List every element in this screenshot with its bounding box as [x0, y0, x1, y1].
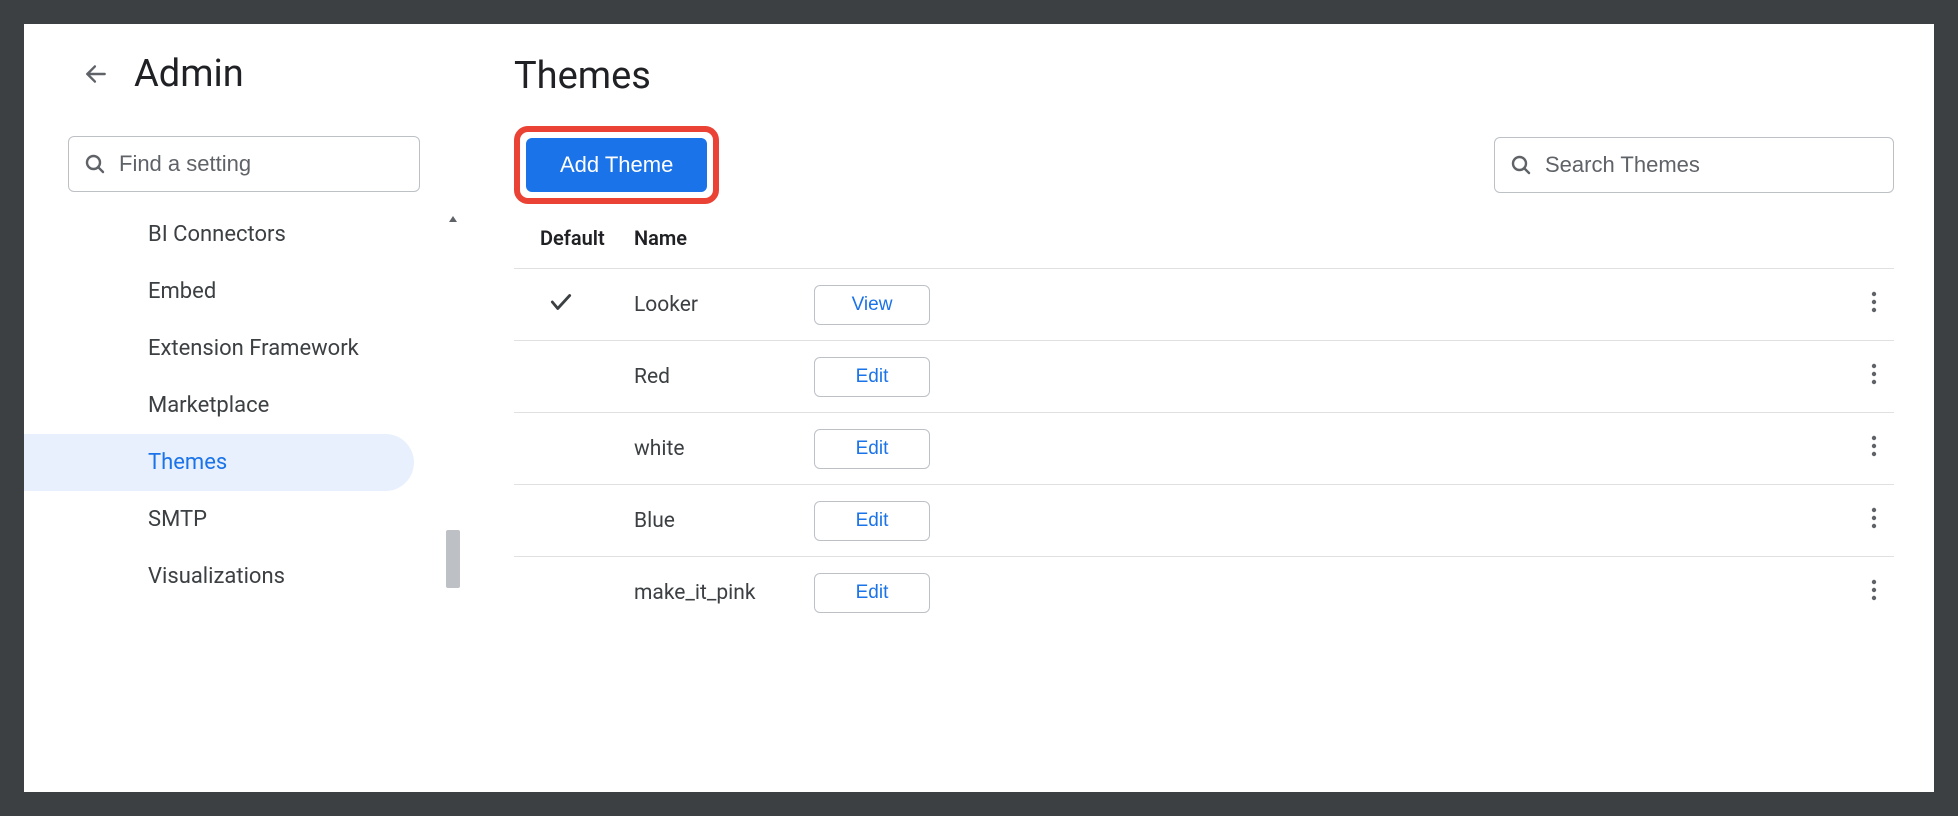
theme-name: Looker	[634, 293, 814, 317]
kebab-icon[interactable]	[1867, 287, 1881, 323]
check-icon	[548, 289, 574, 315]
sidebar-item[interactable]: Themes	[24, 434, 414, 491]
sidebar-item[interactable]: SMTP	[24, 491, 414, 548]
theme-name: white	[634, 437, 814, 461]
sidebar-item[interactable]: Marketplace	[24, 377, 414, 434]
table-row: whiteEdit	[514, 412, 1894, 484]
add-theme-button[interactable]: Add Theme	[526, 138, 707, 192]
themes-table: Default Name LookerViewRedEditwhiteEditB…	[514, 226, 1894, 628]
sidebar-item[interactable]: Visualizations	[24, 548, 414, 605]
edit-button[interactable]: Edit	[814, 501, 930, 541]
table-row: RedEdit	[514, 340, 1894, 412]
table-header: Default Name	[514, 226, 1894, 268]
edit-button[interactable]: Edit	[814, 357, 930, 397]
sidebar: Admin BI ConnectorsEmbedExtension Framew…	[24, 24, 464, 792]
main-content: Themes Add Theme Default Name LookerView…	[464, 24, 1934, 792]
row-menu[interactable]	[1854, 575, 1894, 611]
page-title: Themes	[514, 54, 1894, 98]
kebab-icon[interactable]	[1867, 359, 1881, 395]
default-cell	[514, 289, 634, 321]
edit-button[interactable]: Edit	[814, 429, 930, 469]
theme-name: Blue	[634, 509, 814, 533]
kebab-icon[interactable]	[1867, 575, 1881, 611]
sidebar-search[interactable]	[68, 136, 420, 192]
sidebar-nav-list: BI ConnectorsEmbedExtension FrameworkMar…	[24, 210, 444, 792]
add-theme-highlight: Add Theme	[514, 126, 719, 204]
theme-name: Red	[634, 365, 814, 389]
sidebar-item[interactable]: BI Connectors	[24, 214, 414, 263]
sidebar-item[interactable]: Embed	[24, 263, 414, 320]
sidebar-search-input[interactable]	[119, 151, 407, 177]
kebab-icon[interactable]	[1867, 431, 1881, 467]
col-header-default: Default	[514, 226, 634, 250]
theme-name: make_it_pink	[634, 581, 814, 605]
themes-search[interactable]	[1494, 137, 1894, 193]
row-menu[interactable]	[1854, 431, 1894, 467]
scroll-up-icon[interactable]	[444, 210, 462, 228]
table-row: BlueEdit	[514, 484, 1894, 556]
sidebar-scrollbar[interactable]	[444, 210, 462, 792]
row-menu[interactable]	[1854, 287, 1894, 323]
edit-button[interactable]: Edit	[814, 573, 930, 613]
table-row: make_it_pinkEdit	[514, 556, 1894, 628]
row-menu[interactable]	[1854, 503, 1894, 539]
row-menu[interactable]	[1854, 359, 1894, 395]
back-arrow-icon[interactable]	[82, 60, 110, 88]
sidebar-item[interactable]: Extension Framework	[24, 320, 414, 377]
themes-search-input[interactable]	[1545, 152, 1879, 178]
scroll-thumb[interactable]	[446, 530, 460, 588]
sidebar-search-wrap	[24, 136, 464, 210]
sidebar-nav-scroll: BI ConnectorsEmbedExtension FrameworkMar…	[24, 210, 464, 792]
search-icon	[1509, 153, 1533, 177]
app-window: Admin BI ConnectorsEmbedExtension Framew…	[24, 24, 1934, 792]
sidebar-header: Admin	[24, 52, 464, 136]
col-header-name: Name	[634, 226, 814, 250]
toolbar: Add Theme	[514, 126, 1894, 204]
kebab-icon[interactable]	[1867, 503, 1881, 539]
table-row: LookerView	[514, 268, 1894, 340]
sidebar-title: Admin	[134, 52, 244, 96]
search-icon	[83, 152, 107, 176]
table-body: LookerViewRedEditwhiteEditBlueEditmake_i…	[514, 268, 1894, 628]
view-button[interactable]: View	[814, 285, 930, 325]
